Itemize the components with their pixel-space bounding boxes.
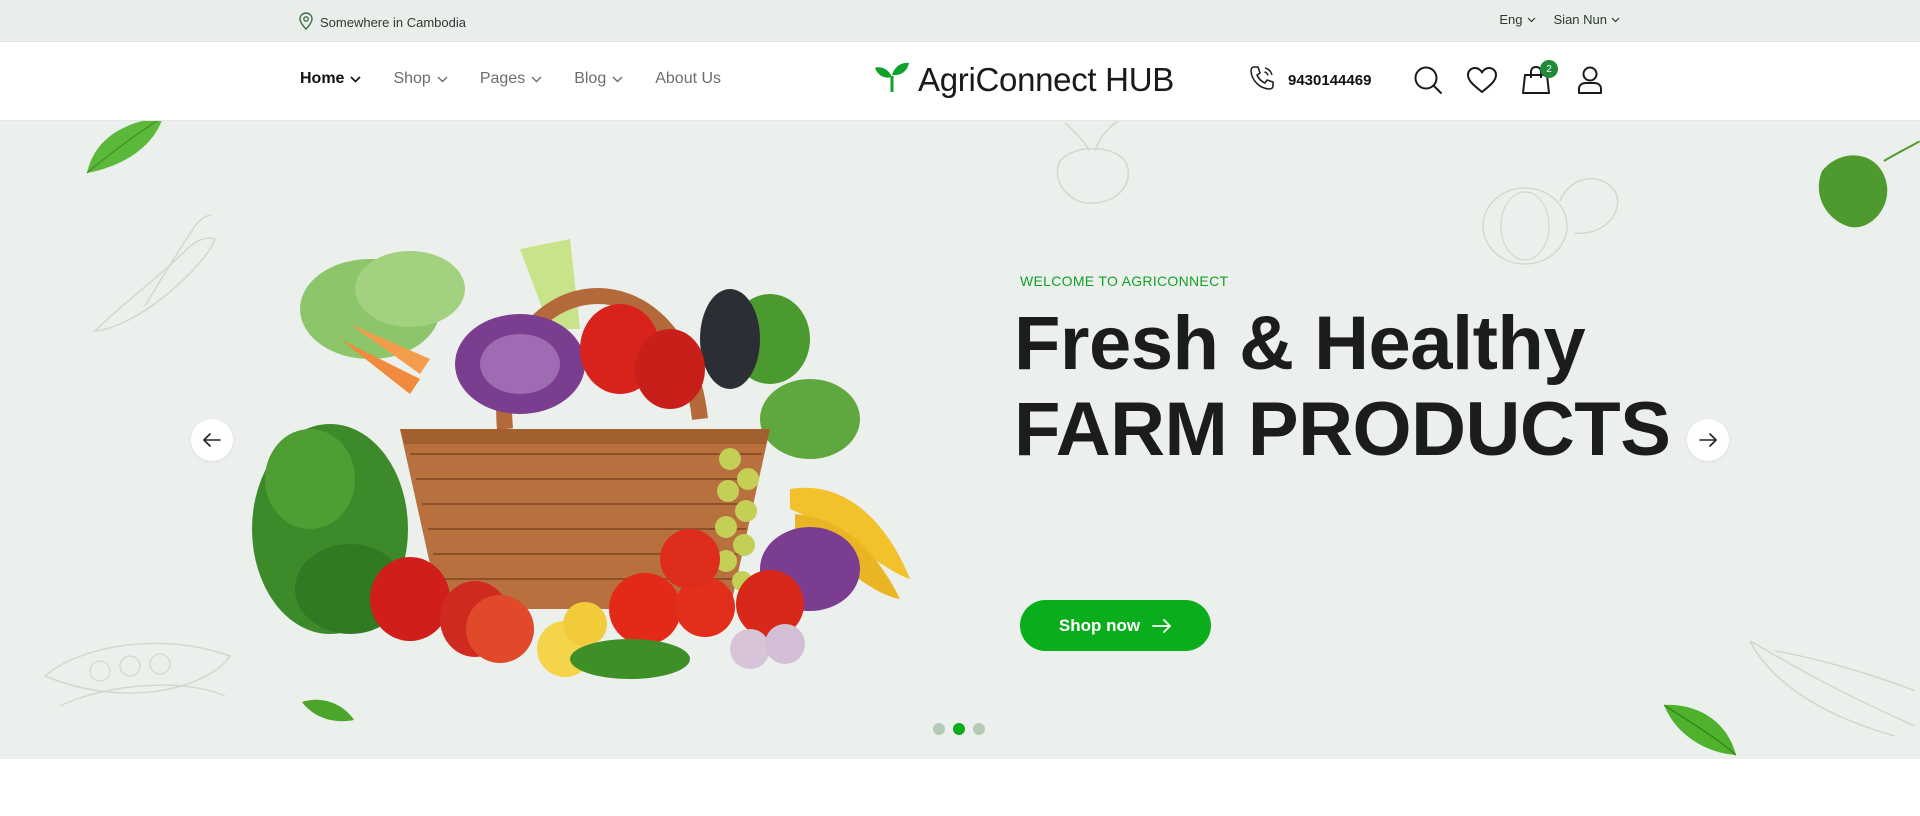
sprout-icon	[874, 60, 910, 99]
chevron-down-icon	[350, 75, 362, 83]
onion-doodle-icon	[1482, 177, 1619, 265]
shop-now-button[interactable]: Shop now	[1020, 600, 1211, 651]
shop-now-label: Shop now	[1058, 615, 1141, 635]
phone-contact[interactable]: 9430144469	[1248, 64, 1371, 96]
phone-icon	[1248, 64, 1276, 96]
top-bar: Somewhere in Cambodia Eng Sian Nun	[0, 0, 1920, 42]
heart-icon	[1467, 67, 1497, 93]
search-icon	[1414, 66, 1442, 94]
arrow-left-icon	[203, 433, 221, 447]
slider-pagination	[933, 723, 985, 735]
pea-pod-doodle-icon	[43, 642, 232, 707]
main-header: Home Shop Pages Blog About Us AgriConnec…	[0, 42, 1920, 121]
chili-doodle-icon	[92, 214, 216, 332]
nav-item-pages[interactable]: Pages	[480, 70, 542, 88]
chevron-down-icon	[1527, 17, 1535, 22]
nav-label: Blog	[574, 70, 607, 87]
location-info: Somewhere in Cambodia	[298, 12, 466, 33]
chevron-down-icon	[612, 76, 623, 82]
location-text: Somewhere in Cambodia	[320, 15, 466, 30]
arrow-right-icon	[1152, 618, 1172, 633]
language-label: Eng	[1499, 12, 1523, 27]
nav-label: Home	[300, 70, 345, 87]
brand-logo[interactable]: AgriConnect HUB	[874, 60, 1174, 99]
arrow-right-icon	[1699, 433, 1717, 447]
slider-dot-2[interactable]	[953, 723, 965, 735]
slider-dot-1[interactable]	[933, 723, 945, 735]
account-button[interactable]	[1574, 62, 1606, 98]
vegetable-basket-image	[252, 239, 910, 679]
nav-label: Pages	[479, 70, 526, 87]
hero-title-line1: Fresh & Healthy	[1014, 301, 1586, 386]
slider-prev-button[interactable]	[191, 419, 233, 461]
language-selector[interactable]: Eng	[1499, 12, 1535, 27]
chevron-down-icon	[437, 76, 448, 82]
leaf-decoration-icon	[86, 121, 162, 174]
chevron-down-icon	[1611, 17, 1620, 22]
user-menu[interactable]: Sian Nun	[1554, 12, 1620, 27]
slider-dot-3[interactable]	[973, 723, 985, 735]
main-nav: Home Shop Pages Blog About Us	[300, 70, 721, 88]
wishlist-button[interactable]	[1466, 62, 1498, 98]
beet-doodle-icon	[1056, 121, 1130, 204]
nav-label: Shop	[393, 70, 431, 87]
slider-next-button[interactable]	[1687, 419, 1729, 461]
search-button[interactable]	[1412, 62, 1444, 98]
hero-slider: WELCOME TO AGRICONNECT Fresh & Healthy F…	[0, 121, 1920, 759]
nav-item-blog[interactable]: Blog	[574, 70, 623, 88]
cart-button[interactable]: 2	[1520, 60, 1558, 98]
carrot-doodle-icon	[1749, 640, 1916, 737]
chevron-down-icon	[531, 76, 542, 82]
nav-item-about[interactable]: About Us	[655, 70, 721, 88]
leaf-decoration-icon	[1663, 704, 1737, 756]
nav-label: About Us	[655, 70, 722, 87]
user-name: Sian Nun	[1553, 12, 1607, 27]
nav-item-home[interactable]: Home	[300, 70, 362, 88]
map-pin-icon	[298, 12, 314, 33]
hero-title: Fresh & Healthy FARM PRODUCTS	[1014, 301, 1671, 473]
cart-count-badge: 2	[1540, 60, 1558, 78]
brand-name: AgriConnect HUB	[918, 60, 1174, 98]
phone-number: 9430144469	[1288, 71, 1372, 89]
header-actions: 2	[1412, 60, 1606, 98]
nav-item-shop[interactable]: Shop	[393, 70, 448, 88]
hero-eyebrow: WELCOME TO AGRICONNECT	[1020, 273, 1229, 289]
leaf-decoration-icon	[302, 699, 354, 722]
leaf-decoration-icon	[1818, 141, 1920, 228]
user-icon	[1578, 66, 1602, 94]
hero-title-line2: FARM PRODUCTS	[1014, 387, 1671, 472]
